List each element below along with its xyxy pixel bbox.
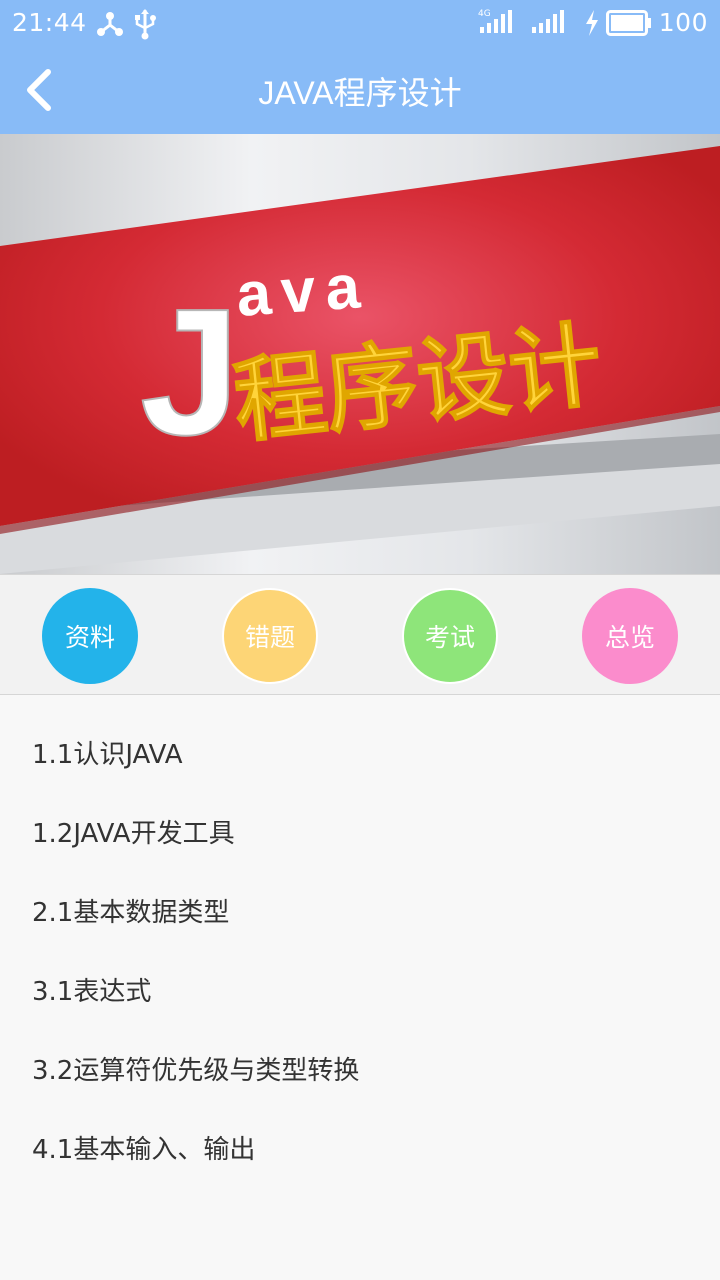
signal-4g-icon: 4G [478,6,518,40]
usb-icon [134,8,156,44]
wrong-questions-label: 错题 [244,623,295,652]
status-bar: 21:44 4G 100 [0,0,720,48]
chapter-item[interactable]: 3.2运算符优先级与类型转换 [0,1032,720,1111]
materials-label: 资料 [64,623,115,652]
status-time: 21:44 [12,8,87,37]
exam-label: 考试 [424,623,475,652]
exam-button[interactable]: 考试 [402,588,498,684]
chapter-item[interactable]: 3.1表达式 [0,953,720,1032]
course-banner: J ava 程序设计 [0,134,720,574]
charging-icon [584,10,600,40]
banner-letters-ava: ava [234,252,372,330]
app-header: JAVA程序设计 [0,48,720,134]
overview-button[interactable]: 总览 [582,588,678,684]
overview-label: 总览 [604,623,655,652]
battery-icon [606,10,652,40]
quick-actions-bar: 资料 错题 考试 总览 [0,574,720,695]
signal-icon [530,6,570,40]
chapter-item[interactable]: 1.1认识JAVA [0,716,720,795]
chapter-item[interactable]: 1.2JAVA开发工具 [0,795,720,874]
chapter-list: 1.1认识JAVA 1.2JAVA开发工具 2.1基本数据类型 3.1表达式 3… [0,716,720,1190]
share-icon [96,8,124,42]
banner-letter-j: J [140,272,240,473]
wrong-questions-button[interactable]: 错题 [222,588,318,684]
page-title: JAVA程序设计 [258,75,462,111]
chapter-item[interactable]: 4.1基本输入、输出 [0,1111,720,1190]
materials-button[interactable]: 资料 [42,588,138,684]
chapter-item[interactable]: 2.1基本数据类型 [0,874,720,953]
battery-level: 100 [658,8,708,37]
network-label: 4G [478,9,491,19]
